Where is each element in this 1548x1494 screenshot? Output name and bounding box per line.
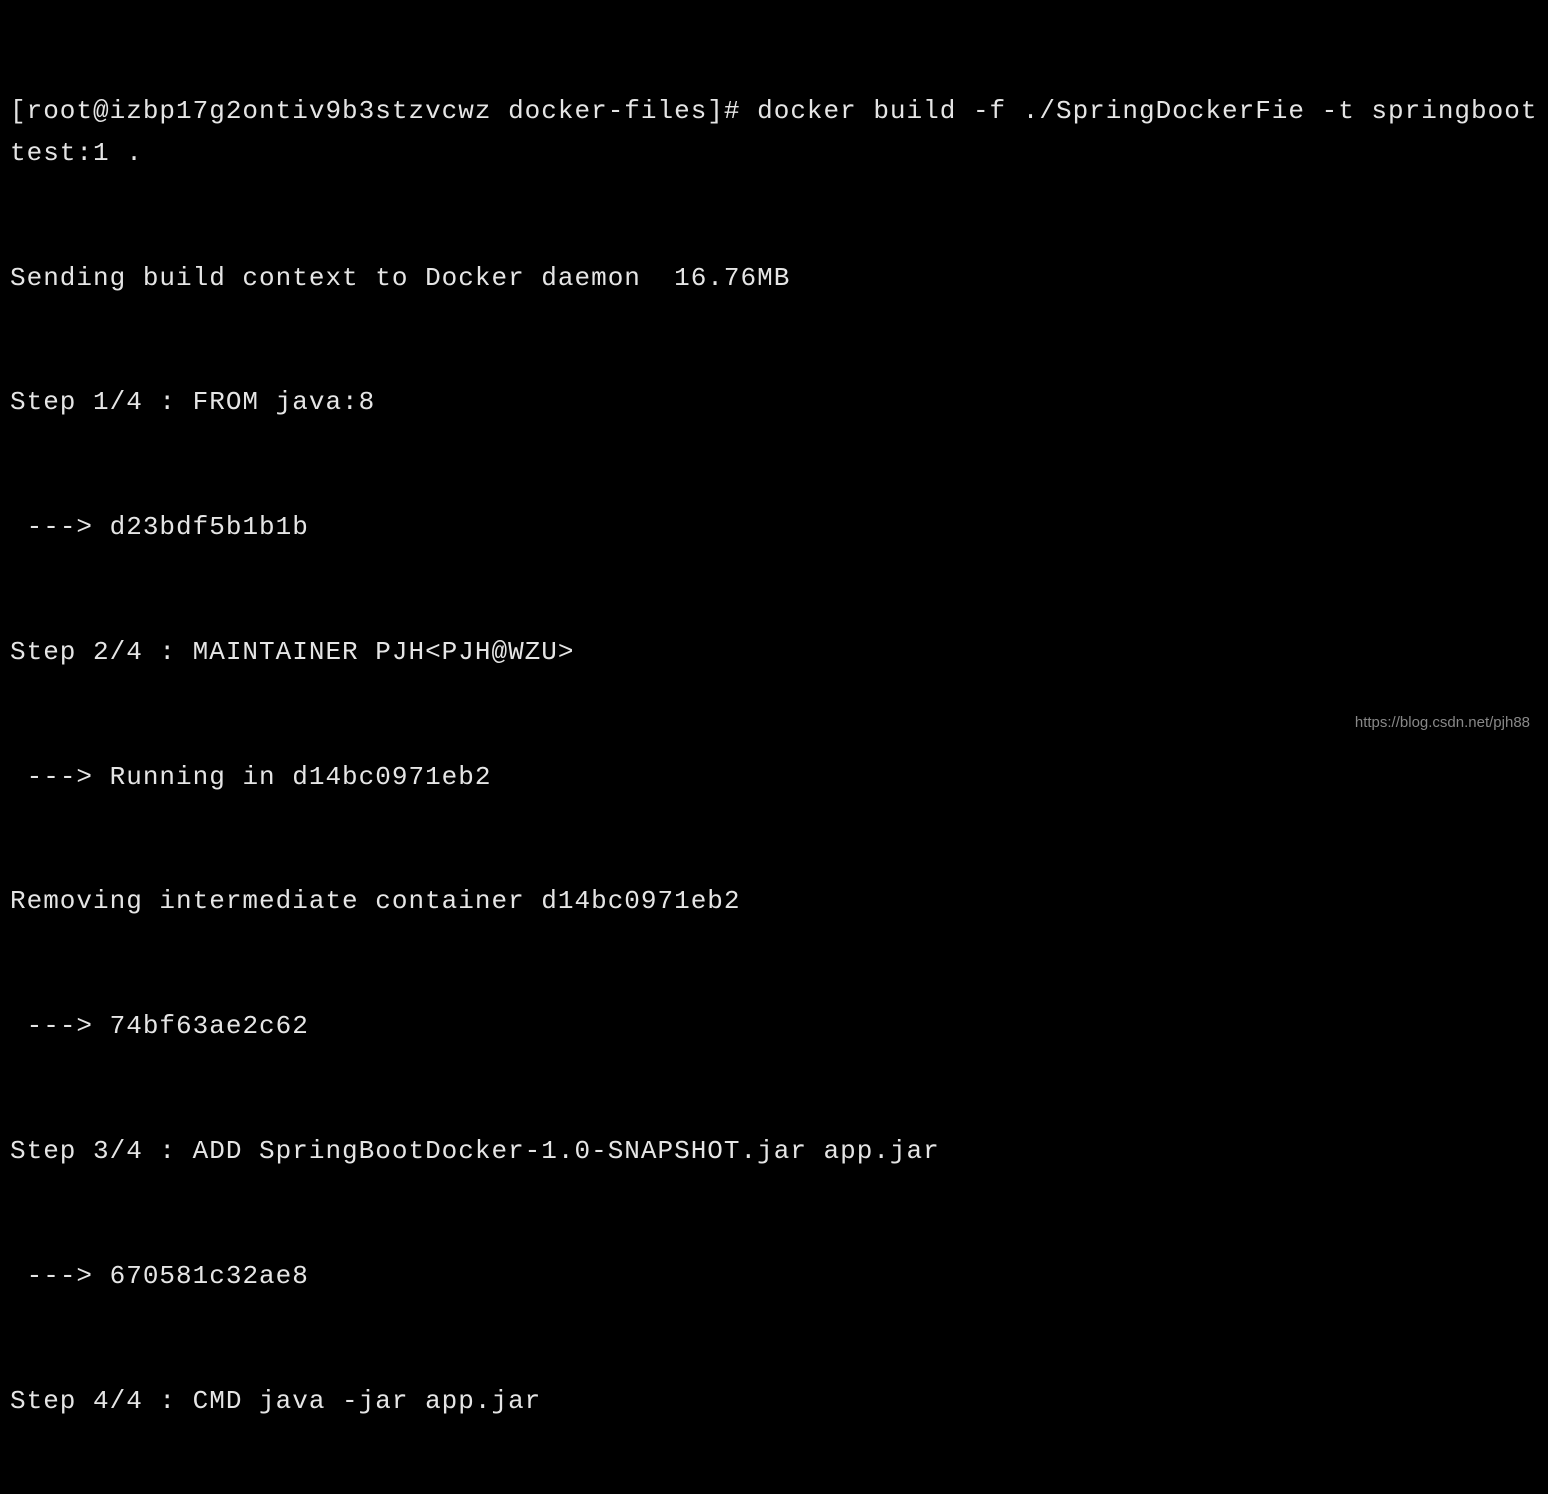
terminal-line: Sending build context to Docker daemon 1… — [10, 258, 1538, 300]
terminal-line: [root@izbp17g2ontiv9b3stzvcwz docker-fil… — [10, 91, 1538, 174]
terminal-line: ---> 670581c32ae8 — [10, 1256, 1538, 1298]
terminal-line: ---> d23bdf5b1b1b — [10, 507, 1538, 549]
terminal-line: Step 2/4 : MAINTAINER PJH<PJH@WZU> — [10, 632, 1538, 674]
terminal-line: Removing intermediate container d14bc097… — [10, 881, 1538, 923]
terminal-line: ---> Running in d14bc0971eb2 — [10, 757, 1538, 799]
terminal-line: Step 4/4 : CMD java -jar app.jar — [10, 1381, 1538, 1423]
terminal-line: Step 3/4 : ADD SpringBootDocker-1.0-SNAP… — [10, 1131, 1538, 1173]
terminal-line: Step 1/4 : FROM java:8 — [10, 382, 1538, 424]
terminal-output[interactable]: [root@izbp17g2ontiv9b3stzvcwz docker-fil… — [10, 8, 1538, 1494]
watermark-text: https://blog.csdn.net/pjh88 — [1355, 711, 1530, 735]
terminal-line: ---> 74bf63ae2c62 — [10, 1006, 1538, 1048]
